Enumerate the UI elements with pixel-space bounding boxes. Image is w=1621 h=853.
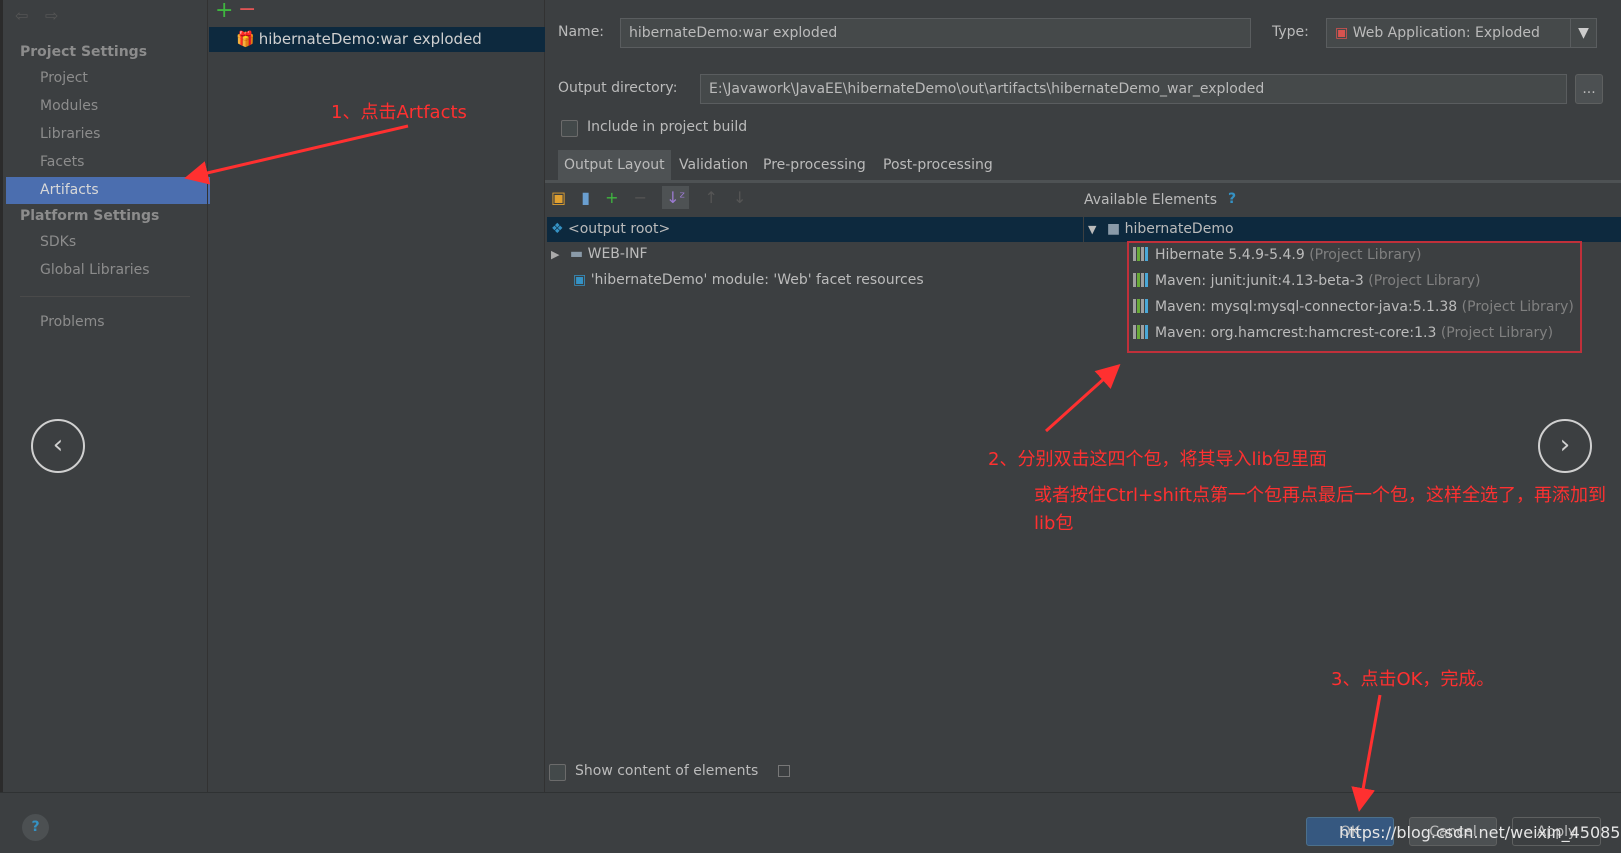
arrow-step3 (1351, 694, 1382, 812)
arrow-step2 (1044, 363, 1121, 433)
arrow-step1 (184, 124, 409, 185)
annotation-arrows (184, 124, 1382, 812)
